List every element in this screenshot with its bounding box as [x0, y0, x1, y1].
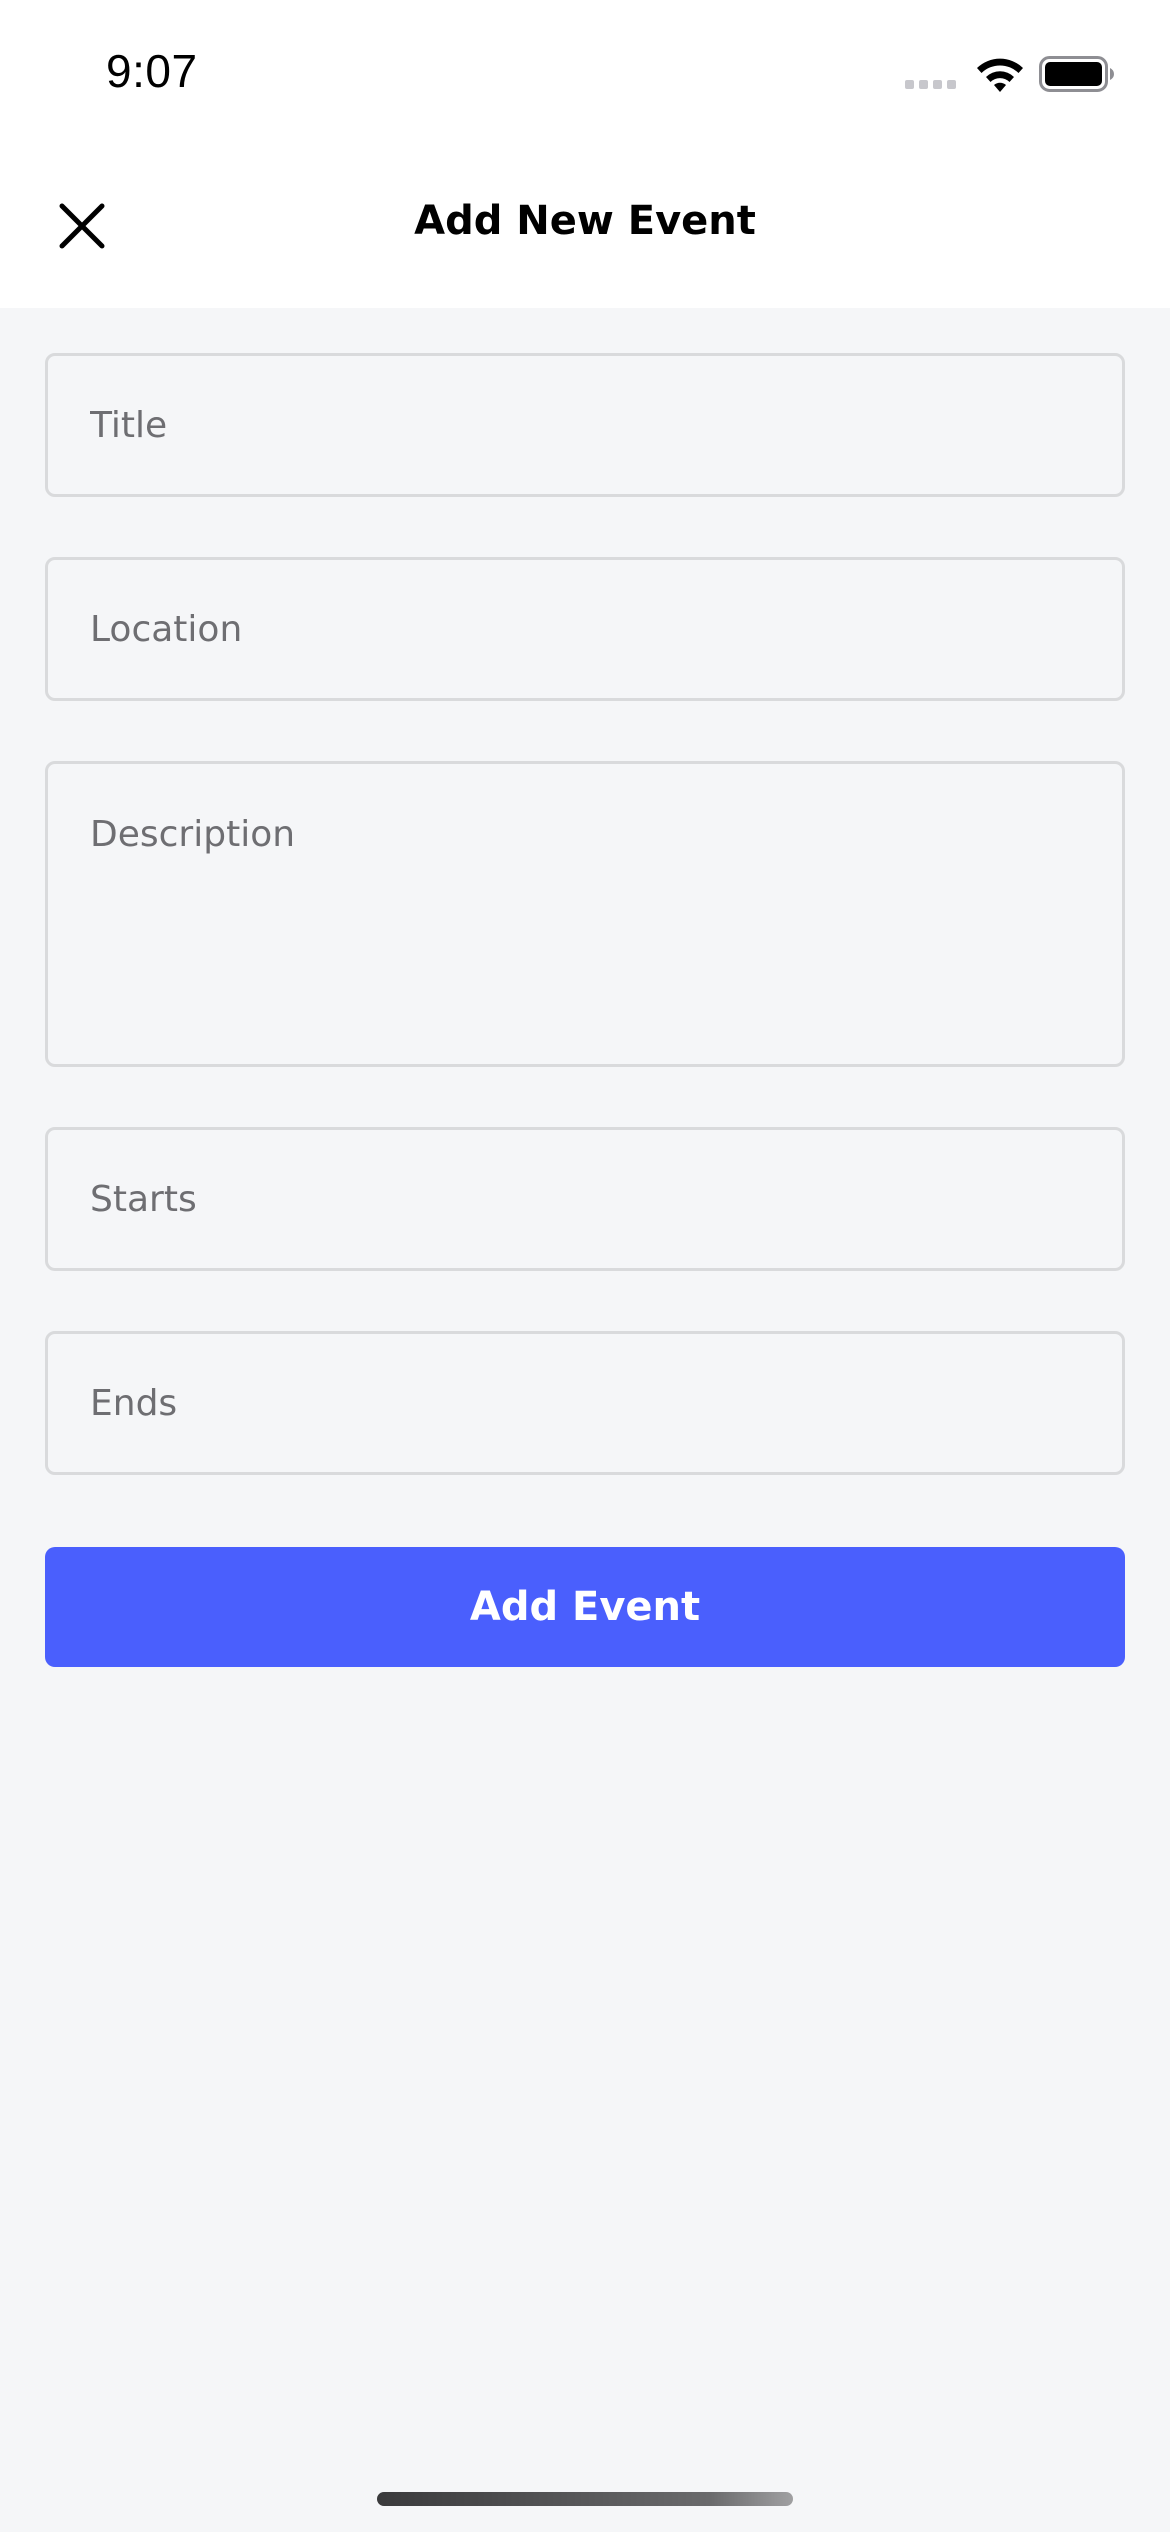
nav-bar: Add New Event: [0, 140, 1170, 308]
description-textarea[interactable]: [45, 761, 1125, 1067]
home-indicator[interactable]: [377, 2492, 793, 2506]
battery-icon: [1039, 56, 1114, 92]
status-bar: 9:07: [0, 0, 1170, 140]
page-title: Add New Event: [414, 198, 756, 244]
ends-input[interactable]: [45, 1331, 1125, 1475]
signal-icon: [905, 80, 956, 89]
status-time: 9:07: [106, 45, 198, 97]
location-input[interactable]: [45, 557, 1125, 701]
add-event-button[interactable]: Add Event: [45, 1547, 1125, 1667]
title-input[interactable]: [45, 353, 1125, 497]
wifi-icon: [977, 58, 1023, 92]
starts-input[interactable]: [45, 1127, 1125, 1271]
